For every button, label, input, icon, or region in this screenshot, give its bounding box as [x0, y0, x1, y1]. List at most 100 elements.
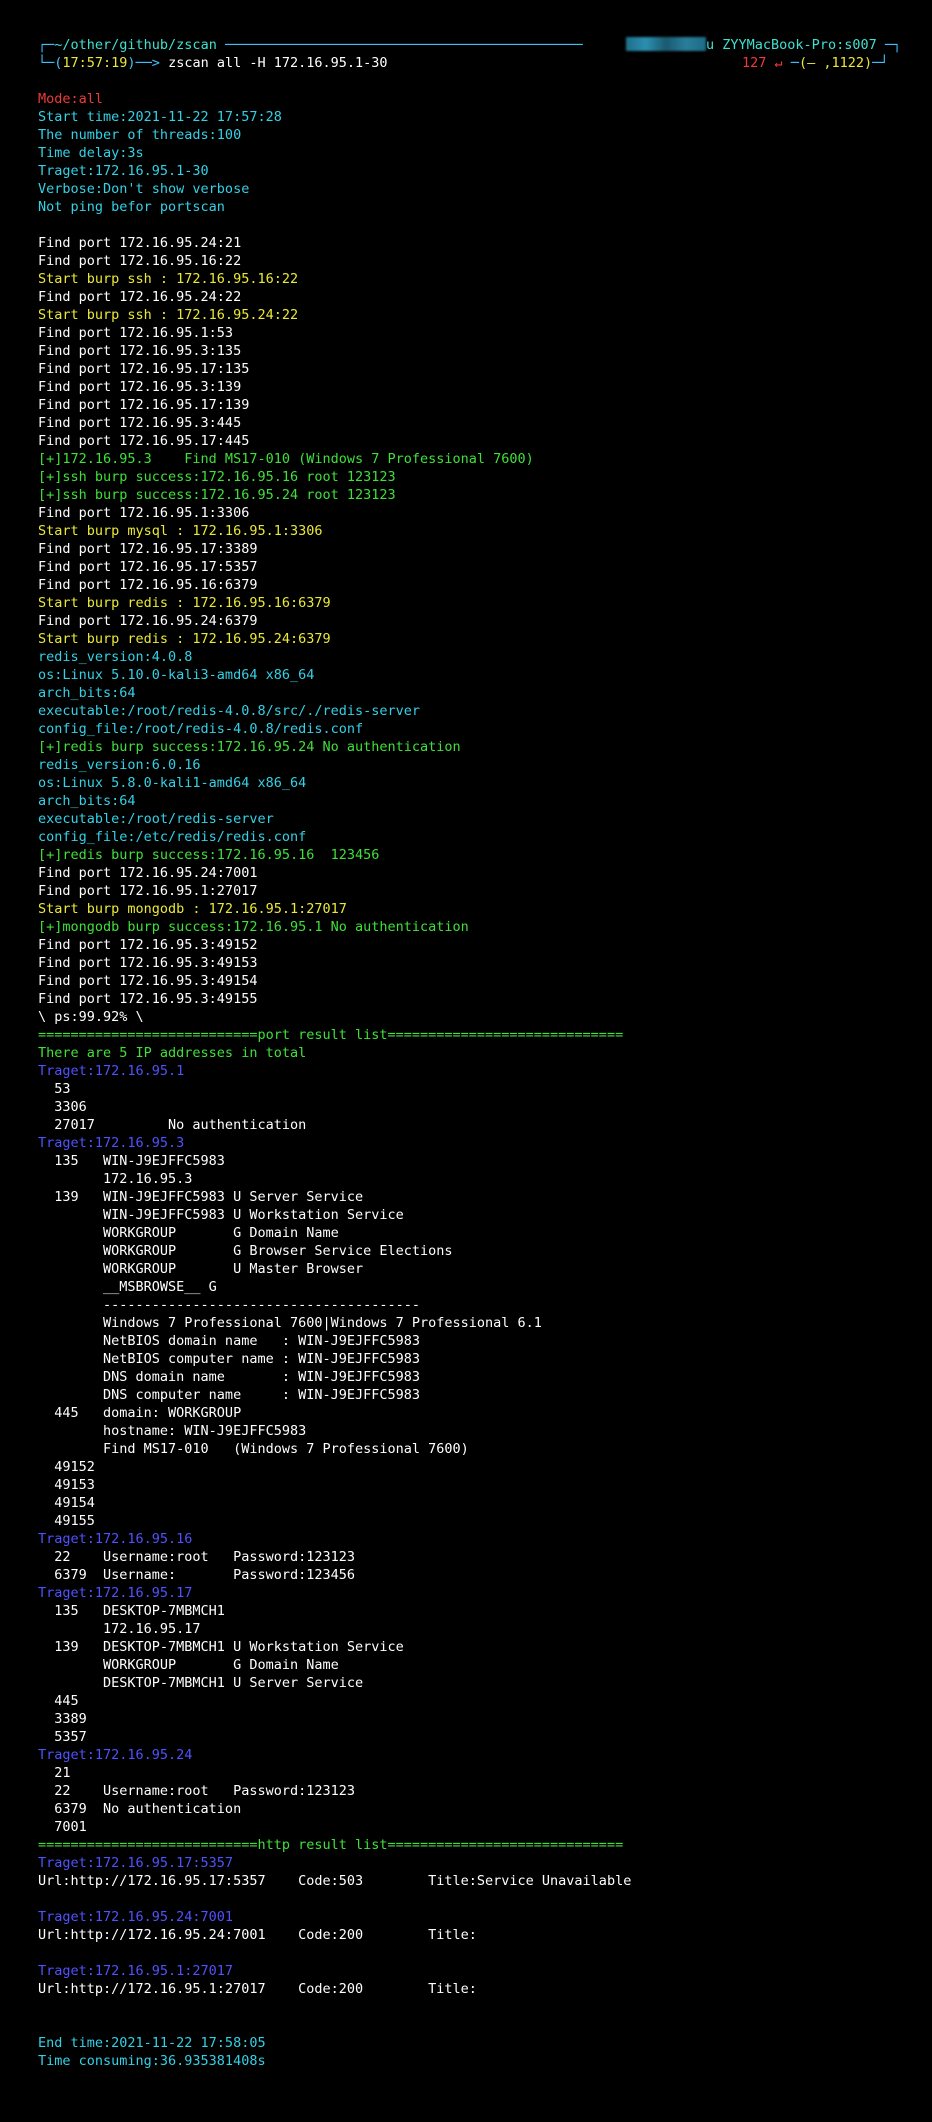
output-line: config_file:/root/redis-4.0.8/redis.conf: [38, 721, 364, 737]
output-line: 53: [38, 1081, 71, 1097]
output-line: Find port 172.16.95.1:27017: [38, 883, 258, 899]
output-line: There are 5 IP addresses in total: [38, 1045, 307, 1061]
output-line: Mode:all: [38, 91, 104, 107]
prompt-line-1: ┌─~/other/github/zscan ─────────────────…: [38, 37, 583, 53]
output-line: [+]mongodb burp success:172.16.95.1 No a…: [38, 919, 469, 935]
output-line: Start time:2021-11-22 17:57:28: [38, 109, 282, 125]
output-line: os:Linux 5.8.0-kali1-amd64 x86_64: [38, 775, 307, 791]
output-line: Find port 172.16.95.3:139: [38, 379, 242, 395]
output-line: Url:http://172.16.95.17:5357 Code:503 Ti…: [38, 1873, 632, 1889]
output-line: 27017 No authentication: [38, 1117, 307, 1133]
output-line: Start burp mongodb : 172.16.95.1:27017: [38, 901, 347, 917]
output-line: arch_bits:64: [38, 685, 136, 701]
output-line: redis_version:4.0.8: [38, 649, 193, 665]
output-line: Find port 172.16.95.1:53: [38, 325, 234, 341]
output-line: [+]redis burp success:172.16.95.16 12345…: [38, 847, 380, 863]
output-line: Find port 172.16.95.3:135: [38, 343, 242, 359]
output-line: Start burp mysql : 172.16.95.1:3306: [38, 523, 323, 539]
output-line: Traget:172.16.95.17: [38, 1585, 193, 1601]
output-line: 135 DESKTOP-7MBMCH1: [38, 1603, 225, 1619]
output-line: 7001: [38, 1819, 87, 1835]
prompt-line-2: └─(17:57:19)──> zscan all -H 172.16.95.1…: [38, 55, 388, 71]
prompt-path: ~/other/github/zscan: [54, 37, 217, 53]
output-line: NetBIOS domain name : WIN-J9EJFFC5983: [38, 1333, 421, 1349]
output-line: 49152: [38, 1459, 95, 1475]
output-line: ---------------------------------------: [38, 1297, 421, 1313]
output-line: WIN-J9EJFFC5983 U Workstation Service: [38, 1207, 404, 1223]
output-line: 49154: [38, 1495, 95, 1511]
output-line: DESKTOP-7MBMCH1 U Server Service: [38, 1675, 364, 1691]
output-line: 3389: [38, 1711, 87, 1727]
prompt-host: ZYYMacBook-Pro:s007: [722, 37, 877, 53]
output-line: Find port 172.16.95.16:6379: [38, 577, 258, 593]
output-line: 3306: [38, 1099, 87, 1115]
output-line: ===========================port result l…: [38, 1027, 624, 1043]
output-line: 445 domain: WORKGROUP: [38, 1405, 242, 1421]
output-line: Find port 172.16.95.17:135: [38, 361, 250, 377]
output-line: 172.16.95.3: [38, 1171, 193, 1187]
output-line: 5357: [38, 1729, 87, 1745]
output-line: WORKGROUP G Browser Service Elections: [38, 1243, 453, 1259]
output-line: The number of threads:100: [38, 127, 242, 143]
output-line: Find port 172.16.95.17:3389: [38, 541, 258, 557]
output-line: Find port 172.16.95.17:445: [38, 433, 250, 449]
output-line: 139 WIN-J9EJFFC5983 U Server Service: [38, 1189, 364, 1205]
output-line: NetBIOS computer name : WIN-J9EJFFC5983: [38, 1351, 421, 1367]
output-line: [+]172.16.95.3 Find MS17-010 (Windows 7 …: [38, 451, 534, 467]
output-line: DNS computer name : WIN-J9EJFFC5983: [38, 1387, 421, 1403]
output-line: \ ps:99.92% \: [38, 1009, 144, 1025]
output-line: Traget:172.16.95.17:5357: [38, 1855, 234, 1871]
output-line: Url:http://172.16.95.24:7001 Code:200 Ti…: [38, 1927, 477, 1943]
output-line: 49153: [38, 1477, 95, 1493]
output-line: Not ping befor portscan: [38, 199, 225, 215]
output-line: arch_bits:64: [38, 793, 136, 809]
output-line: Find port 172.16.95.3:49152: [38, 937, 258, 953]
output-line: os:Linux 5.10.0-kali3-amd64 x86_64: [38, 667, 315, 683]
output-line: 6379 Username: Password:123456: [38, 1567, 355, 1583]
output-line: Traget:172.16.95.1: [38, 1063, 185, 1079]
prompt-status-right: (— ,1122): [798, 55, 873, 71]
prompt-status: 127 ↵ ─(— ,1122)─┘: [742, 55, 889, 71]
output-line: Verbose:Don't show verbose: [38, 181, 250, 197]
output-line: hostname: WIN-J9EJFFC5983: [38, 1423, 307, 1439]
output-line: Time consuming:36.935381408s: [38, 2053, 266, 2069]
output-line: Find port 172.16.95.16:22: [38, 253, 242, 269]
output-line: Traget:172.16.95.3: [38, 1135, 185, 1151]
output-line: Find port 172.16.95.3:49153: [38, 955, 258, 971]
output-line: 135 WIN-J9EJFFC5983: [38, 1153, 225, 1169]
output-line: Find port 172.16.95.17:139: [38, 397, 250, 413]
output-line: Windows 7 Professional 7600|Windows 7 Pr…: [38, 1315, 542, 1331]
output-line: redis_version:6.0.16: [38, 757, 201, 773]
output-line: executable:/root/redis-4.0.8/src/./redis…: [38, 703, 421, 719]
output-line: [+]ssh burp success:172.16.95.16 root 12…: [38, 469, 396, 485]
output-line: WORKGROUP U Master Browser: [38, 1261, 364, 1277]
prompt-host-prefix: u: [706, 37, 715, 53]
output-line: 172.16.95.17: [38, 1621, 201, 1637]
output-line: WORKGROUP G Domain Name: [38, 1657, 339, 1673]
output-line: 21: [38, 1765, 71, 1781]
output-line: Traget:172.16.95.24:7001: [38, 1909, 234, 1925]
output-line: Url:http://172.16.95.1:27017 Code:200 Ti…: [38, 1981, 477, 1997]
output-line: 22 Username:root Password:123123: [38, 1783, 355, 1799]
output-line: ===========================http result l…: [38, 1837, 624, 1853]
output-line: 49155: [38, 1513, 95, 1529]
command-input[interactable]: zscan all -H 172.16.95.1-30: [168, 55, 387, 71]
prompt-time: 17:57:19: [62, 55, 128, 71]
exit-code: 127: [742, 55, 767, 71]
terminal-window[interactable]: ┌─~/other/github/zscan ─────────────────…: [0, 0, 932, 2122]
output-line: Find port 172.16.95.24:22: [38, 289, 242, 305]
redacted-username: [626, 37, 706, 51]
output-line: [+]redis burp success:172.16.95.24 No au…: [38, 739, 461, 755]
output-line: Traget:172.16.95.24: [38, 1747, 193, 1763]
output-line: Start burp ssh : 172.16.95.24:22: [38, 307, 299, 323]
output-line: DNS domain name : WIN-J9EJFFC5983: [38, 1369, 421, 1385]
output-line: Find port 172.16.95.3:49154: [38, 973, 258, 989]
output-line: Traget:172.16.95.1-30: [38, 163, 209, 179]
output-line: Find port 172.16.95.17:5357: [38, 559, 258, 575]
output-line: Find port 172.16.95.3:445: [38, 415, 242, 431]
output-line: Start burp redis : 172.16.95.24:6379: [38, 631, 331, 647]
